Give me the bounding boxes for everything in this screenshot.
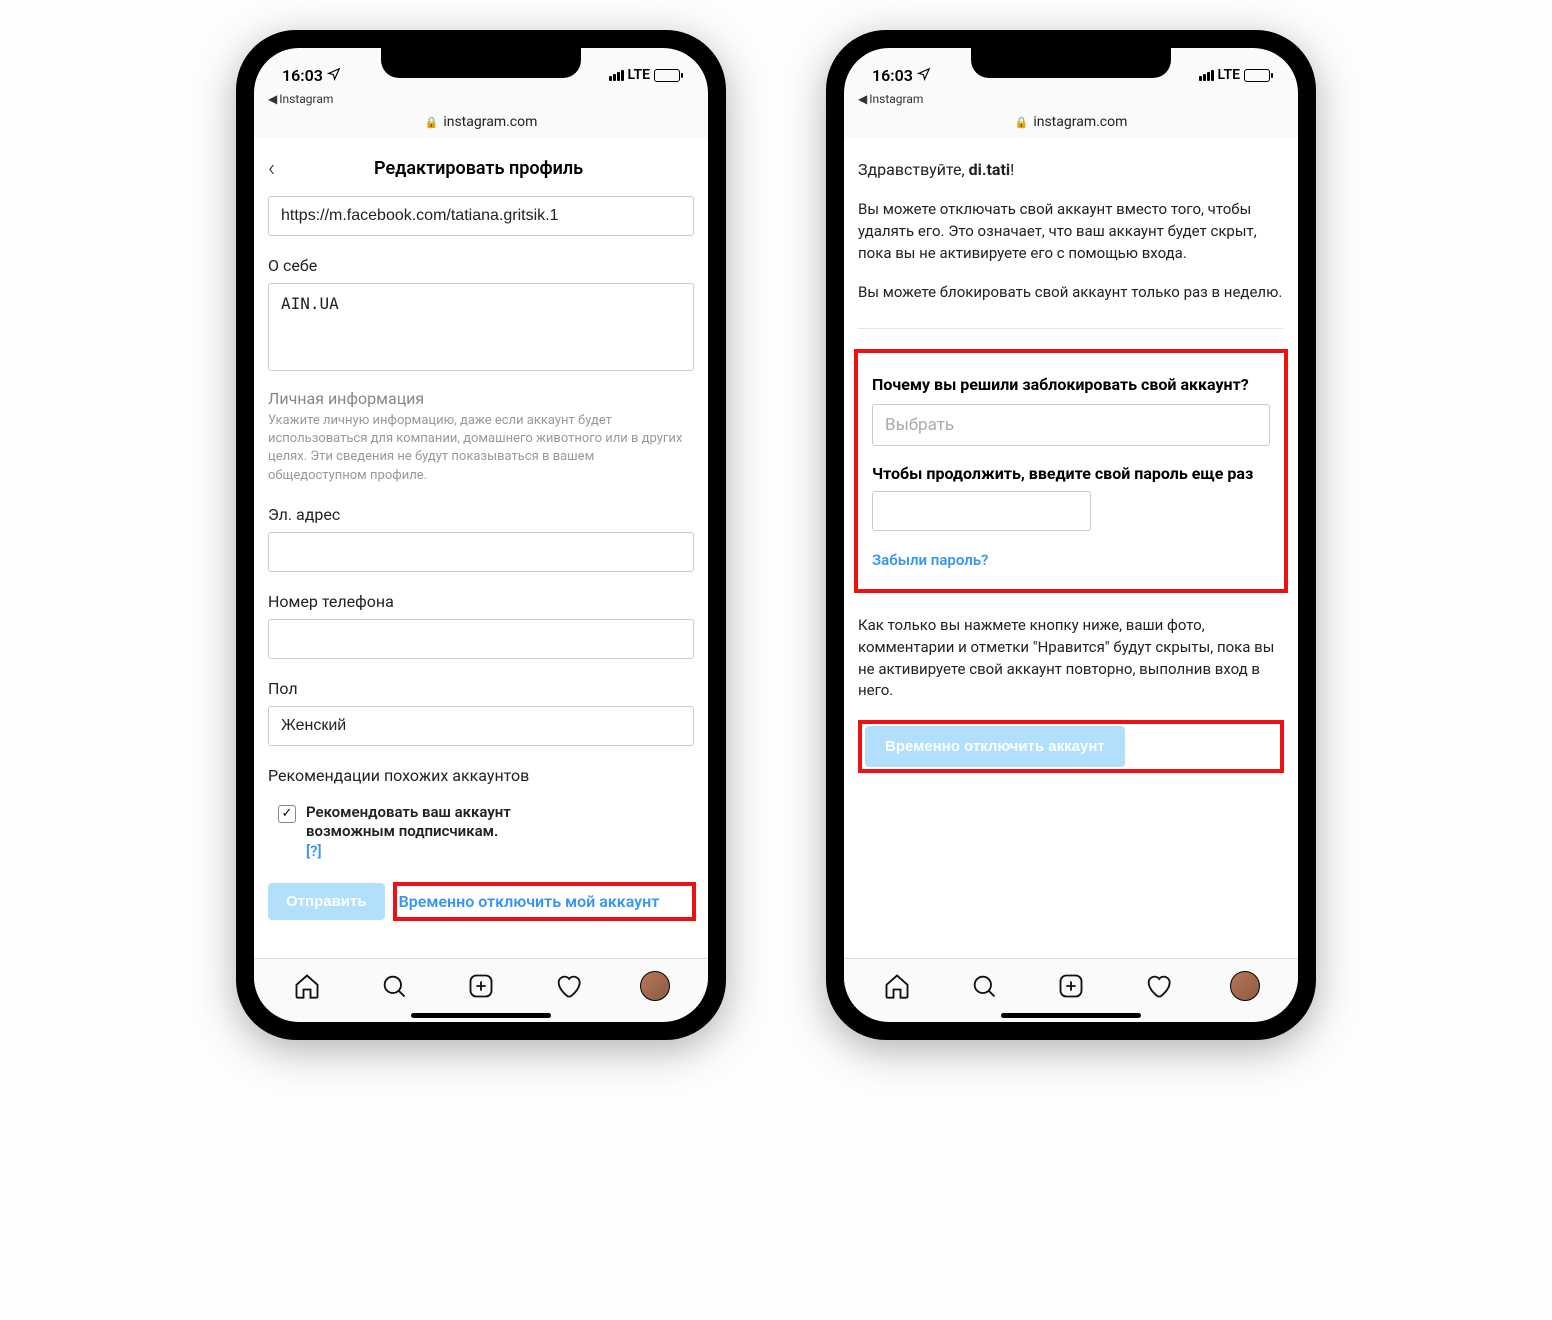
status-time: 16:03 [872,66,913,85]
battery-icon [1244,69,1270,82]
search-icon[interactable] [969,971,999,1001]
page-title: Редактировать профиль [293,158,664,179]
gender-label: Пол [268,679,694,698]
phone-screen: 16:03 LTE ◀ Instagram 🔒 instagram.com [844,48,1298,1022]
back-icon[interactable]: ‹ [268,154,275,182]
phone-left: 16:03 LTE ◀ Instagram 🔒 instagram.com [236,30,726,1040]
activity-icon[interactable] [1143,971,1173,1001]
reason-select[interactable]: Выбрать [872,404,1270,446]
location-icon [917,66,931,85]
app-breadcrumb[interactable]: ◀ Instagram [254,92,708,110]
url-bar[interactable]: 🔒 instagram.com [844,110,1298,138]
recommend-checkbox[interactable]: ✓ [278,805,296,823]
home-indicator[interactable] [1001,1013,1141,1018]
info-para-1: Вы можете отключать свой аккаунт вместо … [858,199,1284,264]
password-input[interactable] [872,491,1091,531]
recommend-hint[interactable]: [?] [306,842,322,860]
greeting-prefix: Здравствуйте, [858,160,969,179]
submit-button[interactable]: Отправить [268,883,385,920]
email-input[interactable] [268,532,694,572]
email-label: Эл. адрес [268,505,694,524]
bio-input[interactable]: AIN.UA [268,283,694,371]
lock-icon: 🔒 [425,116,439,129]
greeting: Здравствуйте, di.tati! [858,160,1284,179]
bottom-nav [254,958,708,1007]
recommend-row: ✓ Рекомендовать ваш аккаунт возможным по… [278,803,694,862]
forgot-password-link[interactable]: Забыли пароль? [872,551,988,569]
lock-icon: 🔒 [1015,116,1029,129]
disable-account-link[interactable]: Временно отключить мой аккаунт [395,884,694,919]
home-icon[interactable] [292,971,322,1001]
personal-info-desc: Укажите личную информацию, даже если акк… [268,412,694,485]
gender-input[interactable] [268,706,694,746]
page-header: ‹ Редактировать профиль [268,146,694,196]
personal-info-title: Личная информация [268,389,694,408]
info-para-3: Как только вы нажмете кнопку ниже, ваши … [858,615,1284,702]
carrier-label: LTE [1218,67,1240,83]
back-app-label: Instagram [869,92,923,106]
phone-input[interactable] [268,619,694,659]
add-post-icon[interactable] [1056,971,1086,1001]
greeting-suffix: ! [1010,160,1014,179]
notch [381,48,581,78]
password-label: Чтобы продолжить, введите свой пароль ещ… [872,464,1270,483]
bio-label: О себе [268,256,694,275]
phone-label: Номер телефона [268,592,694,611]
page-content: ‹ Редактировать профиль О себе AIN.UA Ли… [254,138,708,958]
signal-icon [1199,70,1214,81]
recommend-label: Рекомендовать ваш аккаунт возможным подп… [306,803,511,841]
disable-button-highlight: Временно отключить аккаунт [858,720,1284,773]
url-bar[interactable]: 🔒 instagram.com [254,110,708,138]
back-app-label: Instagram [279,92,333,106]
battery-icon [654,69,680,82]
home-icon[interactable] [882,971,912,1001]
phone-screen: 16:03 LTE ◀ Instagram 🔒 instagram.com [254,48,708,1022]
reason-label: Почему вы решили заблокировать свой акка… [872,375,1270,394]
search-icon[interactable] [379,971,409,1001]
notch [971,48,1171,78]
greeting-username: di.tati [969,160,1011,179]
add-post-icon[interactable] [466,971,496,1001]
page-content: Здравствуйте, di.tati! Вы можете отключа… [844,138,1298,958]
bottom-nav [844,958,1298,1007]
profile-avatar[interactable] [640,971,670,1001]
home-indicator[interactable] [411,1013,551,1018]
chevron-left-icon: ◀ [268,92,277,106]
website-input[interactable] [268,196,694,236]
signal-icon [609,70,624,81]
info-para-2: Вы можете блокировать свой аккаунт тольк… [858,282,1284,304]
phone-right: 16:03 LTE ◀ Instagram 🔒 instagram.com [826,30,1316,1040]
profile-avatar[interactable] [1230,971,1260,1001]
recommend-text: Рекомендовать ваш аккаунт возможным подп… [306,803,516,862]
disable-account-button[interactable]: Временно отключить аккаунт [865,726,1125,767]
similar-accounts-title: Рекомендации похожих аккаунтов [268,766,694,785]
activity-icon[interactable] [553,971,583,1001]
location-icon [327,66,341,85]
url-host: instagram.com [1033,114,1127,130]
chevron-left-icon: ◀ [858,92,867,106]
reason-block: Почему вы решили заблокировать свой акка… [854,349,1288,593]
carrier-label: LTE [628,67,650,83]
url-host: instagram.com [443,114,537,130]
status-time: 16:03 [282,66,323,85]
app-breadcrumb[interactable]: ◀ Instagram [844,92,1298,110]
action-row: Отправить Временно отключить мой аккаунт [268,883,694,920]
divider [858,328,1284,329]
